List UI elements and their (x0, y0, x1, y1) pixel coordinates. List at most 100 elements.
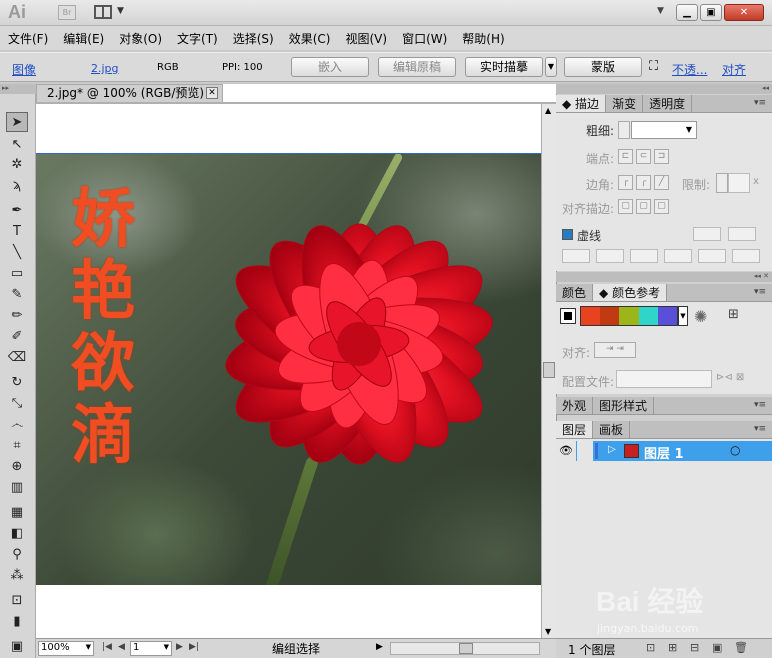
miter-join-icon[interactable]: ┌ (618, 175, 633, 190)
tab-color[interactable]: 颜色 (556, 284, 594, 301)
dash-field[interactable] (630, 249, 658, 263)
placed-image[interactable]: 娇 艳 欲 滴 (36, 153, 542, 585)
menu-help[interactable]: 帮助(H) (462, 30, 504, 47)
tools-panel-grip[interactable]: ▸▸ (0, 84, 36, 94)
image-link[interactable]: 图像 (12, 61, 36, 78)
align-link[interactable]: 对齐 (722, 61, 746, 78)
tab-transparency[interactable]: 透明度 (643, 95, 693, 112)
graph-tool-icon[interactable]: ▥ (6, 477, 28, 497)
scroll-down-icon[interactable]: ▼ (545, 627, 551, 636)
weight-field[interactable]: ▼ (631, 121, 697, 139)
gap-field[interactable] (732, 249, 760, 263)
tab-appearance[interactable]: 外观 (556, 397, 594, 414)
status-menu-icon[interactable]: ▶ (376, 642, 383, 652)
next-page-icon[interactable]: ▶ (176, 642, 183, 652)
dashed-checkbox[interactable] (562, 229, 573, 240)
direct-selection-tool-icon[interactable]: ↖ (6, 134, 28, 154)
round-cap-icon[interactable]: ⊂ (636, 149, 651, 164)
document-tab[interactable]: 2.jpg* @ 100% (RGB/预览) ✕ (36, 84, 223, 102)
free-transform-tool-icon[interactable]: ⌗ (6, 435, 28, 455)
color-panel-grip[interactable]: ◂◂ ✕ (556, 272, 772, 282)
dash-preset-corners-icon[interactable] (728, 227, 756, 241)
panel-menu-icon[interactable]: ▾≡ (754, 287, 768, 297)
delete-layer-icon[interactable]: 🗑 (734, 641, 748, 654)
opacity-link[interactable]: 不透... (672, 61, 707, 78)
align-center-icon[interactable]: ▢ (618, 199, 633, 214)
lock-toggle[interactable] (577, 441, 593, 461)
harmony-dropdown-icon[interactable]: ▼ (678, 306, 688, 326)
pencil-tool-icon[interactable]: ✏ (6, 305, 28, 325)
last-page-icon[interactable]: ▶| (189, 642, 199, 652)
column-graph-tool-icon[interactable]: ▮ (6, 611, 28, 631)
mesh-tool-icon[interactable]: ▦ (6, 502, 28, 522)
menu-effect[interactable]: 效果(C) (289, 30, 331, 47)
color-wheel-icon[interactable]: ✺ (694, 307, 707, 326)
target-circle-icon[interactable]: ○ (730, 443, 740, 457)
eyedropper-tool-icon[interactable]: ⚲ (6, 544, 28, 564)
file-name-link[interactable]: 2.jpg (91, 62, 119, 75)
swatch[interactable] (581, 307, 601, 325)
live-trace-dropdown-icon[interactable]: ▼ (545, 57, 557, 77)
mask-button[interactable]: 蒙版 (564, 57, 642, 77)
panel-menu-icon[interactable]: ▾≡ (754, 400, 768, 410)
tab-graphic-styles[interactable]: 图形样式 (593, 397, 655, 414)
round-join-icon[interactable]: ╭ (636, 175, 651, 190)
selection-tool-icon[interactable]: ➤ (6, 112, 28, 132)
shape-builder-tool-icon[interactable]: ⊕ (6, 456, 28, 476)
locate-object-icon[interactable]: ⊡ (646, 641, 655, 654)
menu-edit[interactable]: 编辑(E) (63, 30, 104, 47)
butt-cap-icon[interactable]: ⊏ (618, 149, 633, 164)
bevel-join-icon[interactable]: ╱ (654, 175, 669, 190)
weight-stepper[interactable] (618, 121, 630, 139)
blend-tool-icon[interactable]: ⁂ (6, 565, 28, 585)
tab-artboards[interactable]: 画板 (593, 421, 631, 438)
align-outside-icon[interactable]: ▢ (654, 199, 669, 214)
paintbrush-tool-icon[interactable]: ✎ (6, 284, 28, 304)
transform-icon[interactable]: ⛶ (649, 59, 658, 74)
dash-field[interactable] (562, 249, 590, 263)
scroll-thumb[interactable] (543, 362, 555, 378)
art-text-vertical[interactable]: 娇 艳 欲 滴 (58, 184, 148, 472)
type-tool-icon[interactable]: T (6, 221, 28, 241)
menu-type[interactable]: 文字(T) (177, 30, 218, 47)
lasso-tool-icon[interactable]: ϡ (6, 175, 28, 195)
dash-preset-icon[interactable] (693, 227, 721, 241)
page-select[interactable]: 1 ▼ (130, 641, 172, 656)
profile-select[interactable] (616, 370, 712, 388)
minimize-button[interactable]: ▁ (676, 4, 698, 21)
panel-dock-grip[interactable]: ◂◂ (556, 84, 772, 94)
bridge-button[interactable]: Br (58, 5, 76, 20)
swatch[interactable] (600, 307, 620, 325)
scroll-up-icon[interactable]: ▲ (545, 106, 551, 115)
arrange-documents-icon[interactable] (94, 5, 112, 19)
warp-tool-icon[interactable]: ෴ (6, 414, 28, 434)
edit-original-button[interactable]: 编辑原稿 (378, 57, 456, 77)
tab-stroke[interactable]: ◆ 描边 (556, 95, 607, 112)
dash-field[interactable] (698, 249, 726, 263)
new-layer-icon[interactable]: ▣ (712, 641, 722, 654)
first-page-icon[interactable]: |◀ (102, 642, 112, 652)
artboard-tool-icon[interactable]: ▣ (6, 636, 28, 656)
limit-stepper[interactable] (716, 173, 728, 193)
close-tab-icon[interactable]: ✕ (206, 87, 218, 99)
layer-name[interactable]: 图层 1 (644, 443, 684, 462)
tab-layers[interactable]: 图层 (556, 421, 594, 438)
new-sublayer-icon[interactable]: ⊟ (690, 641, 699, 654)
layer-row[interactable]: 👁 ▷ 图层 1 ○ (556, 441, 772, 462)
embed-button[interactable]: 嵌入 (291, 57, 369, 77)
scale-tool-icon[interactable]: ⤡ (6, 393, 28, 413)
expand-triangle-icon[interactable]: ▷ (608, 444, 616, 455)
gradient-tool-icon[interactable]: ◧ (6, 523, 28, 543)
blob-brush-tool-icon[interactable]: ✐ (6, 326, 28, 346)
horizontal-scrollbar[interactable] (390, 642, 540, 655)
eraser-tool-icon[interactable]: ⌫ (6, 347, 28, 367)
symbol-sprayer-tool-icon[interactable]: ⊡ (6, 590, 28, 610)
workspace-switcher-icon[interactable]: ▼ (657, 6, 664, 16)
close-button[interactable]: ✕ (724, 4, 764, 21)
gap-field[interactable] (596, 249, 624, 263)
tab-color-guide[interactable]: ◆ 颜色参考 (593, 284, 668, 301)
maximize-button[interactable]: ▣ (700, 4, 722, 21)
rectangle-tool-icon[interactable]: ▭ (6, 263, 28, 283)
panel-menu-icon[interactable]: ▾≡ (754, 98, 768, 108)
align-inside-icon[interactable]: ▢ (636, 199, 651, 214)
